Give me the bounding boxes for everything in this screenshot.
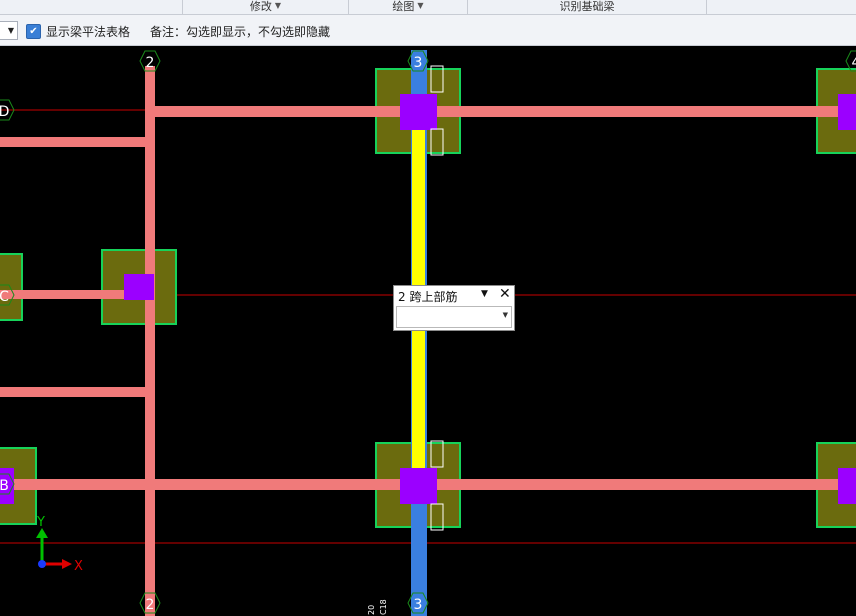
origin-point xyxy=(38,560,46,568)
column[interactable] xyxy=(838,94,856,130)
ribbon-group-draw[interactable]: 绘图 ▼ xyxy=(349,0,468,14)
grid-label: D xyxy=(0,104,9,120)
x-axis-label: X xyxy=(74,559,83,574)
ribbon-group-identify-foundation-beam[interactable]: 识别基础梁 xyxy=(468,0,707,14)
ribbon-group-modify[interactable]: 修改 ▼ xyxy=(183,0,349,14)
grid-label: B xyxy=(0,478,9,494)
ribbon-group-label: 绘图 xyxy=(392,0,415,13)
chevron-down-icon: ▼ xyxy=(274,1,282,10)
footing[interactable] xyxy=(0,253,23,321)
grid-label: 3 xyxy=(414,597,423,613)
show-table-checkbox[interactable]: ✔ xyxy=(26,24,41,39)
options-toolbar: ▼ ✔ 显示梁平法表格 备注：勾选即显示，不勾选即隐藏 xyxy=(0,15,856,46)
grid-label: 3 xyxy=(414,55,423,71)
show-table-label[interactable]: 显示梁平法表格 xyxy=(46,23,130,40)
checkmark-icon: ✔ xyxy=(29,26,38,37)
note-text: 备注：勾选即显示，不勾选即隐藏 xyxy=(150,25,331,39)
column[interactable] xyxy=(838,468,856,504)
rebar-select[interactable]: ▼ xyxy=(396,306,512,328)
drawing-canvas[interactable]: 2 3 4 2 3 D C B 20 C18 Y X xyxy=(0,46,856,616)
column[interactable] xyxy=(124,274,154,300)
beam-span-popup: 2 跨上部筋 ▼ ✕ ▼ xyxy=(393,285,515,331)
grid-label: C xyxy=(0,289,9,305)
chevron-down-icon: ▼ xyxy=(502,311,508,319)
y-axis-label: Y xyxy=(36,515,45,530)
ribbon-bar: 修改 ▼ 绘图 ▼ 识别基础梁 xyxy=(0,0,856,15)
chevron-down-icon: ▼ xyxy=(7,26,14,35)
popup-title: 2 跨上部筋 xyxy=(398,290,458,304)
grid-label: 4 xyxy=(852,55,856,71)
beam-stub[interactable] xyxy=(0,387,148,397)
column[interactable] xyxy=(400,468,437,504)
beam-row-d[interactable] xyxy=(150,106,856,117)
close-icon[interactable]: ✕ xyxy=(499,286,511,302)
beam-annotation-text: C18 xyxy=(379,599,388,615)
ribbon-group-left[interactable] xyxy=(0,0,183,14)
grid-label: 2 xyxy=(146,55,155,71)
beam-col-2[interactable] xyxy=(145,66,155,616)
beam-annotation-text: 20 xyxy=(367,605,376,615)
grid-label: 2 xyxy=(146,597,155,613)
ribbon-group-label: 识别基础梁 xyxy=(559,0,615,13)
chevron-down-icon: ▼ xyxy=(417,1,424,10)
dropdown-arrow-icon[interactable]: ▼ xyxy=(481,289,488,299)
ribbon-group-label: 修改 xyxy=(249,0,272,13)
floor-dropdown[interactable]: ▼ xyxy=(0,21,18,40)
column[interactable] xyxy=(400,94,437,130)
beam-stub[interactable] xyxy=(0,137,148,147)
